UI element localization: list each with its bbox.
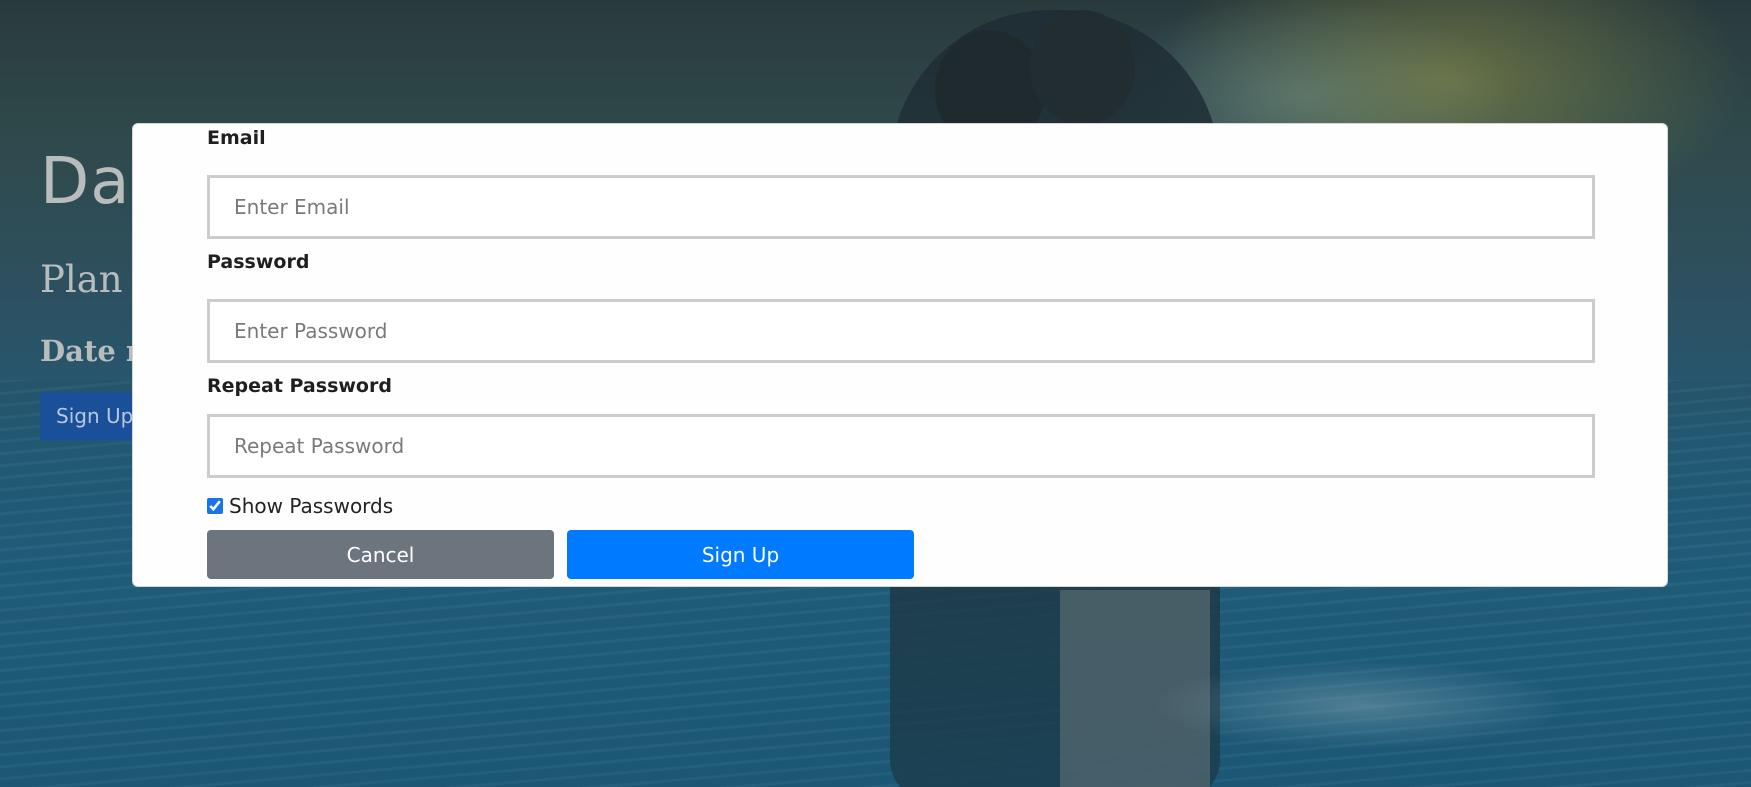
- wave-foam: [1150, 660, 1570, 750]
- show-passwords-checkbox[interactable]: [207, 498, 223, 514]
- signup-modal: Email Password Repeat Password Show Pass…: [132, 123, 1668, 587]
- show-passwords-label[interactable]: Show Passwords: [229, 494, 393, 518]
- email-field[interactable]: [207, 175, 1595, 239]
- signup-button[interactable]: Sign Up: [567, 530, 914, 579]
- repeat-password-field[interactable]: [207, 414, 1595, 478]
- password-label: Password: [207, 251, 310, 273]
- repeat-password-label: Repeat Password: [207, 375, 392, 397]
- password-field[interactable]: [207, 299, 1595, 363]
- show-passwords-row: Show Passwords: [207, 494, 393, 518]
- cancel-button[interactable]: Cancel: [207, 530, 554, 579]
- email-label: Email: [207, 127, 266, 149]
- couple-head-right: [1030, 10, 1135, 125]
